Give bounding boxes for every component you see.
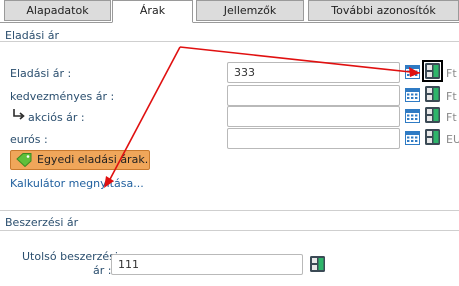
sub-item-arrow-icon	[13, 109, 25, 120]
unit-ft: Ft	[446, 67, 457, 80]
section-title-beszerzesi: Beszerzési ár	[5, 216, 79, 229]
unit-ft: Ft	[446, 111, 457, 124]
calendar-icon[interactable]	[405, 108, 420, 123]
kedvezmenyes-ar-input[interactable]	[227, 85, 400, 106]
tab-underline	[193, 22, 459, 23]
egyedi-eladasi-arak-label: Egyedi eladási árak...	[37, 153, 150, 166]
section-divider	[0, 230, 459, 231]
tab-alapadatok[interactable]: Alapadatok	[4, 0, 111, 21]
akcios-ar-input[interactable]	[227, 106, 400, 127]
tag-icon	[16, 153, 32, 167]
price-switch-icon[interactable]	[310, 256, 325, 272]
kedvezmenyes-ar-label: kedvezményes ár :	[10, 90, 115, 103]
section-divider	[0, 41, 459, 42]
price-switch-icon[interactable]	[425, 86, 440, 102]
tab-bar: Alapadatok Árak Jellemzők További azonos…	[0, 0, 459, 23]
eladasi-ar-input[interactable]	[227, 62, 400, 83]
euros-input[interactable]	[227, 128, 400, 149]
kalkulator-link[interactable]: Kalkulátor megnyitása...	[10, 177, 144, 190]
tab-jellemzok[interactable]: Jellemzők	[196, 0, 304, 21]
section-divider	[0, 210, 459, 211]
calendar-icon[interactable]	[405, 64, 420, 79]
price-switch-icon[interactable]	[425, 107, 440, 123]
calendar-icon[interactable]	[405, 87, 420, 102]
utolso-beszerzesi-label-2: ár :	[93, 264, 112, 277]
eladasi-ar-label: Eladási ár :	[10, 67, 72, 80]
tab-underline	[0, 22, 112, 23]
akcios-ar-label: akciós ár :	[28, 111, 85, 124]
utolso-beszerzesi-input[interactable]	[111, 254, 303, 275]
unit-ft: Ft	[446, 90, 457, 103]
price-switch-icon[interactable]	[425, 129, 440, 145]
euros-label: eurós :	[10, 133, 48, 146]
calendar-icon[interactable]	[405, 130, 420, 145]
tab-tovabbi-azonositok[interactable]: További azonosítók	[308, 0, 459, 21]
utolso-beszerzesi-label: Utolsó beszerzési	[22, 250, 118, 263]
tab-arak[interactable]: Árak	[112, 0, 193, 23]
egyedi-eladasi-arak-button[interactable]: Egyedi eladási árak...	[10, 150, 150, 170]
price-switch-icon[interactable]	[422, 60, 443, 82]
unit-eu: EU	[446, 133, 459, 146]
